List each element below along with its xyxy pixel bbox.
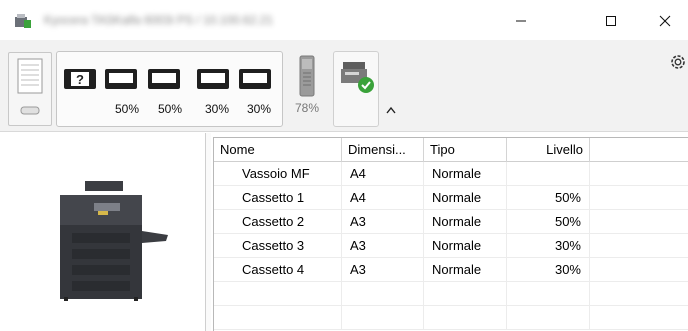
title-bar: Kyocera TASKalfa 6003i PS / 10.100.62.21 [0, 0, 688, 40]
minimize-button[interactable] [498, 6, 544, 36]
cell-name: Cassetto 3 [214, 234, 342, 258]
cassette-3-level: 30% [204, 102, 230, 116]
table-row[interactable]: Cassetto 3 A3 Normale 30% [214, 234, 688, 258]
cassette-icon[interactable] [238, 64, 272, 94]
cassette-4-level: 30% [246, 102, 272, 116]
empty-row [214, 282, 688, 306]
window-title: Kyocera TASKalfa 6003i PS / 10.100.62.21 [44, 13, 274, 27]
column-header-size[interactable]: Dimensi... [342, 138, 424, 162]
maximize-icon [606, 16, 616, 26]
unknown-tray-icon[interactable]: ? [63, 64, 97, 94]
cell-filler [590, 186, 688, 210]
cassette-icon[interactable] [104, 64, 138, 94]
cassette-1-level: 50% [114, 102, 140, 116]
cell-size: A3 [342, 234, 424, 258]
cell-level: 50% [507, 186, 590, 210]
cell-filler [590, 210, 688, 234]
table-header: Nome Dimensi... Tipo Livello [214, 138, 688, 162]
cell-level: 30% [507, 258, 590, 282]
column-header-name[interactable]: Nome [214, 138, 342, 162]
cell-size: A4 [342, 186, 424, 210]
cassette-2-level: 50% [157, 102, 183, 116]
table-row[interactable]: Cassetto 1 A4 Normale 50% [214, 186, 688, 210]
table-row[interactable]: Cassetto 4 A3 Normale 30% [214, 258, 688, 282]
printer-ok-icon [341, 62, 374, 93]
cell-type: Normale [424, 210, 507, 234]
maximize-button[interactable] [588, 6, 634, 36]
cell-name: Cassetto 1 [214, 186, 342, 210]
cell-filler [590, 234, 688, 258]
close-icon [659, 15, 671, 27]
cell-name: Cassetto 2 [214, 210, 342, 234]
svg-text:?: ? [76, 72, 84, 87]
cell-name: Cassetto 4 [214, 258, 342, 282]
chevron-up-icon[interactable] [386, 106, 396, 114]
cell-type: Normale [424, 186, 507, 210]
printer-app-icon [15, 14, 31, 28]
cell-level: 30% [507, 234, 590, 258]
toner-level: 78% [294, 101, 320, 115]
cell-size: A3 [342, 210, 424, 234]
paper-stack-icon [17, 58, 43, 115]
toner-indicator[interactable]: 78% [287, 51, 327, 127]
cell-level [507, 162, 590, 186]
output-tray-button[interactable] [8, 52, 52, 126]
table-row[interactable]: Vassoio MF A4 Normale [214, 162, 688, 186]
cell-type: Normale [424, 234, 507, 258]
cassette-icon[interactable] [147, 64, 181, 94]
cell-filler [590, 258, 688, 282]
pane-splitter[interactable] [205, 133, 211, 331]
cassette-icon[interactable] [196, 64, 230, 94]
gear-icon[interactable] [668, 52, 688, 72]
printer-illustration [60, 181, 168, 301]
status-toolbar: ? 50% 50% 30% 30% 78% [0, 40, 688, 132]
column-header-level[interactable]: Livello [507, 138, 590, 162]
column-header-filler [590, 138, 688, 162]
column-header-type[interactable]: Tipo [424, 138, 507, 162]
close-button[interactable] [642, 6, 688, 36]
empty-row [214, 306, 688, 330]
cell-type: Normale [424, 258, 507, 282]
cell-name: Vassoio MF [214, 162, 342, 186]
cell-size: A3 [342, 258, 424, 282]
paper-source-group: ? 50% 50% 30% 30% [56, 51, 283, 127]
cell-level: 50% [507, 210, 590, 234]
minimize-icon [516, 20, 526, 22]
toner-cartridge-icon [299, 55, 315, 97]
device-status-button[interactable] [333, 51, 379, 127]
cell-type: Normale [424, 162, 507, 186]
cell-size: A4 [342, 162, 424, 186]
cell-filler [590, 162, 688, 186]
printer-preview-pane [0, 133, 203, 331]
table-row[interactable]: Cassetto 2 A3 Normale 50% [214, 210, 688, 234]
paper-sources-table: Nome Dimensi... Tipo Livello Vassoio MF … [213, 137, 688, 331]
